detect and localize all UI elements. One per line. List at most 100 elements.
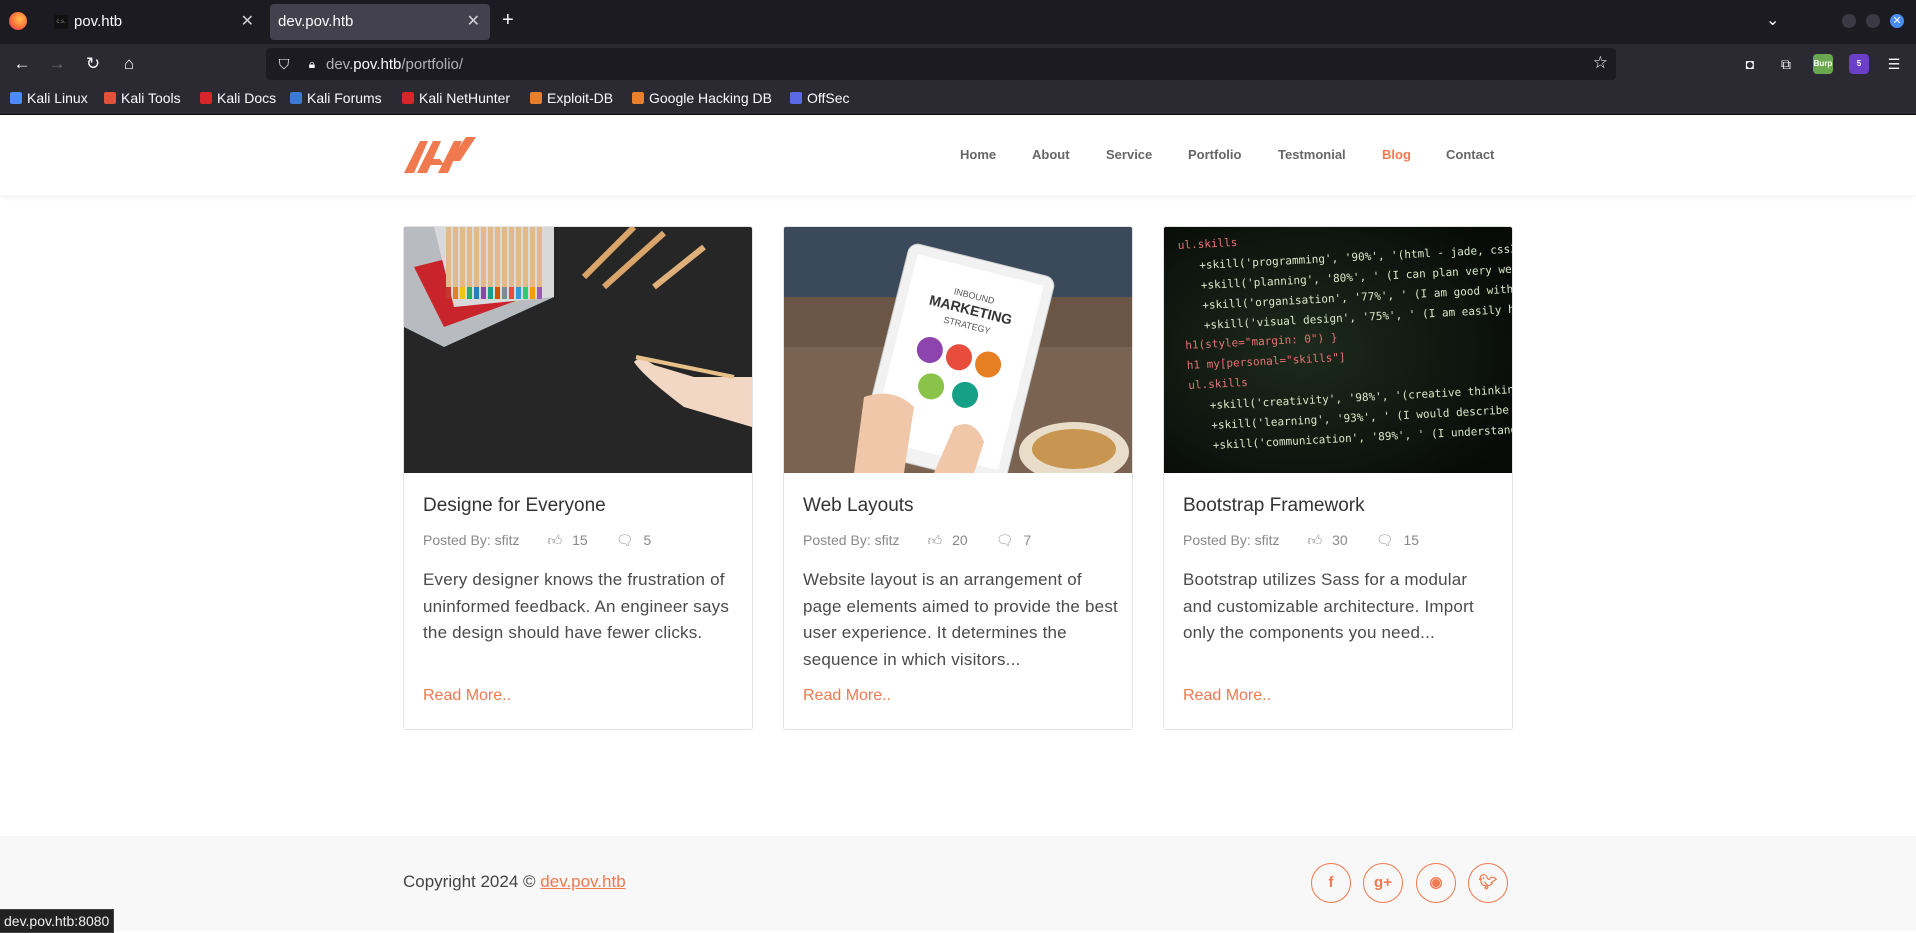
url-text[interactable]: dev.pov.htb/portfolio/	[326, 56, 463, 73]
posted-by: Posted By: sfitz	[423, 532, 520, 548]
forward-icon[interactable]: →	[45, 52, 69, 76]
bookmark-label: Kali Linux	[27, 90, 88, 106]
thumbs-up-icon[interactable]: 👍︎	[927, 532, 942, 549]
blog-card: Designe for Everyone Posted By: sfitz 👍︎ 15…	[403, 226, 753, 730]
nav-link-portfolio[interactable]: Portfolio	[1188, 147, 1241, 162]
comment-icon[interactable]: 🗨︎	[616, 532, 634, 549]
maximize-icon[interactable]	[1866, 14, 1880, 28]
shield-icon[interactable]: ⛉	[274, 54, 294, 74]
bookmark-item[interactable]: Google Hacking DB	[632, 90, 772, 106]
nav-link-contact[interactable]: Contact	[1446, 147, 1494, 162]
blog-card: INBOUND MARKETING STRATEGY Web Layouts Poste…	[783, 226, 1133, 730]
offsec-icon	[790, 92, 802, 104]
comments-count: 5	[643, 532, 652, 548]
browser-chrome: c.s. pov.htb ✕ dev.pov.htb ✕ + ⌄ ✕ ← → ↻…	[0, 0, 1916, 115]
nav-link-blog[interactable]: Blog	[1382, 147, 1411, 162]
badge-count: 5	[1856, 59, 1862, 68]
comments-count: 7	[1023, 532, 1032, 548]
nav-link-testmonial[interactable]: Testmonial	[1278, 147, 1346, 162]
tab-title: pov.htb	[74, 13, 123, 30]
bookmark-item[interactable]: Kali Docs	[200, 90, 276, 106]
site-header: Home About Service Portfolio Testmonial Blog C…	[0, 115, 1916, 195]
tab-dev-pov[interactable]: dev.pov.htb ✕	[270, 4, 490, 40]
card-description: Website layout is an arrangement of page…	[803, 570, 1118, 669]
card-meta: Posted By: sfitz 👍︎ 15 🗨︎ 5	[423, 532, 651, 549]
chevron-down-icon[interactable]: ⌄	[1766, 10, 1779, 30]
bookmark-item[interactable]: OffSec	[790, 90, 850, 106]
nav-link-home[interactable]: Home	[960, 147, 996, 162]
thumbs-up-icon[interactable]: 👍︎	[1307, 532, 1322, 549]
bookmark-label: Kali Docs	[217, 90, 277, 106]
url-bar[interactable]: ⛉ 🔒︎ dev.pov.htb/portfolio/ ☆	[266, 48, 1616, 80]
likes-count: 30	[1332, 532, 1348, 548]
kali-forums-icon	[290, 92, 302, 104]
comment-icon[interactable]: 🗨︎	[1376, 532, 1394, 549]
google-plus-icon[interactable]: g+	[1363, 863, 1403, 903]
firefox-icon[interactable]	[9, 12, 27, 30]
new-tab-icon[interactable]: +	[502, 9, 514, 32]
nethunter-icon	[402, 92, 414, 104]
tab-title: dev.pov.htb	[278, 13, 354, 30]
url-host: pov.htb	[353, 56, 402, 73]
comments-count: 15	[1403, 532, 1420, 548]
card-meta: Posted By: sfitz 👍︎ 20 🗨︎ 7	[803, 532, 1031, 549]
comment-icon[interactable]: 🗨︎	[996, 532, 1014, 549]
code-screen-image: ul.skills +skill('programming', '90%', '(…	[1164, 227, 1512, 473]
card-title[interactable]: Designe for Everyone	[423, 495, 606, 517]
bookmark-item[interactable]: Kali Linux	[10, 90, 88, 106]
bookmark-label: Kali Tools	[121, 90, 181, 106]
thumbs-up-icon[interactable]: 👍︎	[547, 532, 562, 549]
bookmark-item[interactable]: Kali Forums	[290, 90, 382, 106]
close-tab-icon[interactable]: ✕	[241, 11, 254, 31]
bookmark-star-icon[interactable]: ☆	[1593, 53, 1608, 73]
facebook-icon[interactable]: f	[1311, 863, 1351, 903]
bookmark-item[interactable]: Kali NetHunter	[402, 90, 510, 106]
nav-link-about[interactable]: About	[1032, 147, 1070, 162]
github-icon[interactable]: ◉	[1416, 863, 1456, 903]
copyright-label: Copyright 2024 ©	[403, 872, 541, 891]
burp-extension-icon[interactable]: Burp	[1813, 54, 1833, 74]
card-title[interactable]: Web Layouts	[803, 495, 914, 517]
back-icon[interactable]: ←	[10, 52, 34, 76]
close-tab-icon[interactable]: ✕	[467, 11, 480, 31]
bookmark-label: Google Hacking DB	[649, 90, 772, 106]
card-meta: Posted By: sfitz 👍︎ 30 🗨︎ 15	[1183, 532, 1419, 549]
kali-icon	[10, 92, 22, 104]
tab-pov[interactable]: c.s. pov.htb ✕	[42, 4, 264, 40]
navigation-toolbar: ← → ↻ ⌂ ⛉ 🔒︎ dev.pov.htb/portfolio/ ☆ ◘ …	[0, 44, 1916, 84]
blog-card: ul.skills +skill('programming', '90%', '(…	[1163, 226, 1513, 730]
extension-badge-icon[interactable]: 5	[1849, 54, 1869, 74]
posted-by: Posted By: sfitz	[803, 532, 900, 548]
status-bar-url: dev.pov.htb:8080	[0, 909, 115, 933]
tab-bar: c.s. pov.htb ✕ dev.pov.htb ✕ + ⌄ ✕	[0, 0, 1916, 44]
card-title[interactable]: Bootstrap Framework	[1183, 495, 1365, 517]
twitter-icon[interactable]: 🐦︎	[1468, 863, 1508, 903]
bookmark-item[interactable]: Kali Tools	[104, 90, 181, 106]
read-more-link[interactable]: Read More..	[1183, 687, 1271, 705]
close-window-icon[interactable]: ✕	[1890, 14, 1904, 28]
lock-icon[interactable]: 🔒︎	[302, 54, 322, 74]
ghdb-icon	[632, 92, 644, 104]
minimize-icon[interactable]	[1842, 14, 1856, 28]
posted-by: Posted By: sfitz	[1183, 532, 1280, 548]
card-description: Every designer knows the frustration of …	[423, 570, 730, 642]
bookmark-label: Kali Forums	[307, 90, 382, 106]
bookmark-label: Exploit-DB	[547, 90, 614, 106]
site-logo[interactable]	[404, 135, 476, 175]
home-icon[interactable]: ⌂	[117, 52, 141, 76]
nav-link-service[interactable]: Service	[1106, 147, 1152, 162]
site-footer: Copyright 2024 © dev.pov.htb f g+ ◉ 🐦︎	[0, 836, 1916, 931]
kali-docs-icon	[200, 92, 212, 104]
menu-icon[interactable]: ☰	[1884, 54, 1904, 74]
url-prefix: dev.	[326, 56, 354, 73]
read-more-link[interactable]: Read More..	[423, 687, 511, 705]
read-more-link[interactable]: Read More..	[803, 687, 891, 705]
footer-site-link[interactable]: dev.pov.htb	[540, 872, 625, 891]
pencils-drawing-image	[404, 227, 752, 473]
reload-icon[interactable]: ↻	[81, 52, 105, 76]
bookmark-item[interactable]: Exploit-DB	[530, 90, 613, 106]
pocket-icon[interactable]: ◘	[1740, 54, 1760, 74]
likes-count: 20	[952, 532, 968, 548]
extensions-icon[interactable]: ⧉	[1776, 54, 1796, 74]
card-description: Bootstrap utilizes Sass for a modular an…	[1183, 570, 1474, 642]
